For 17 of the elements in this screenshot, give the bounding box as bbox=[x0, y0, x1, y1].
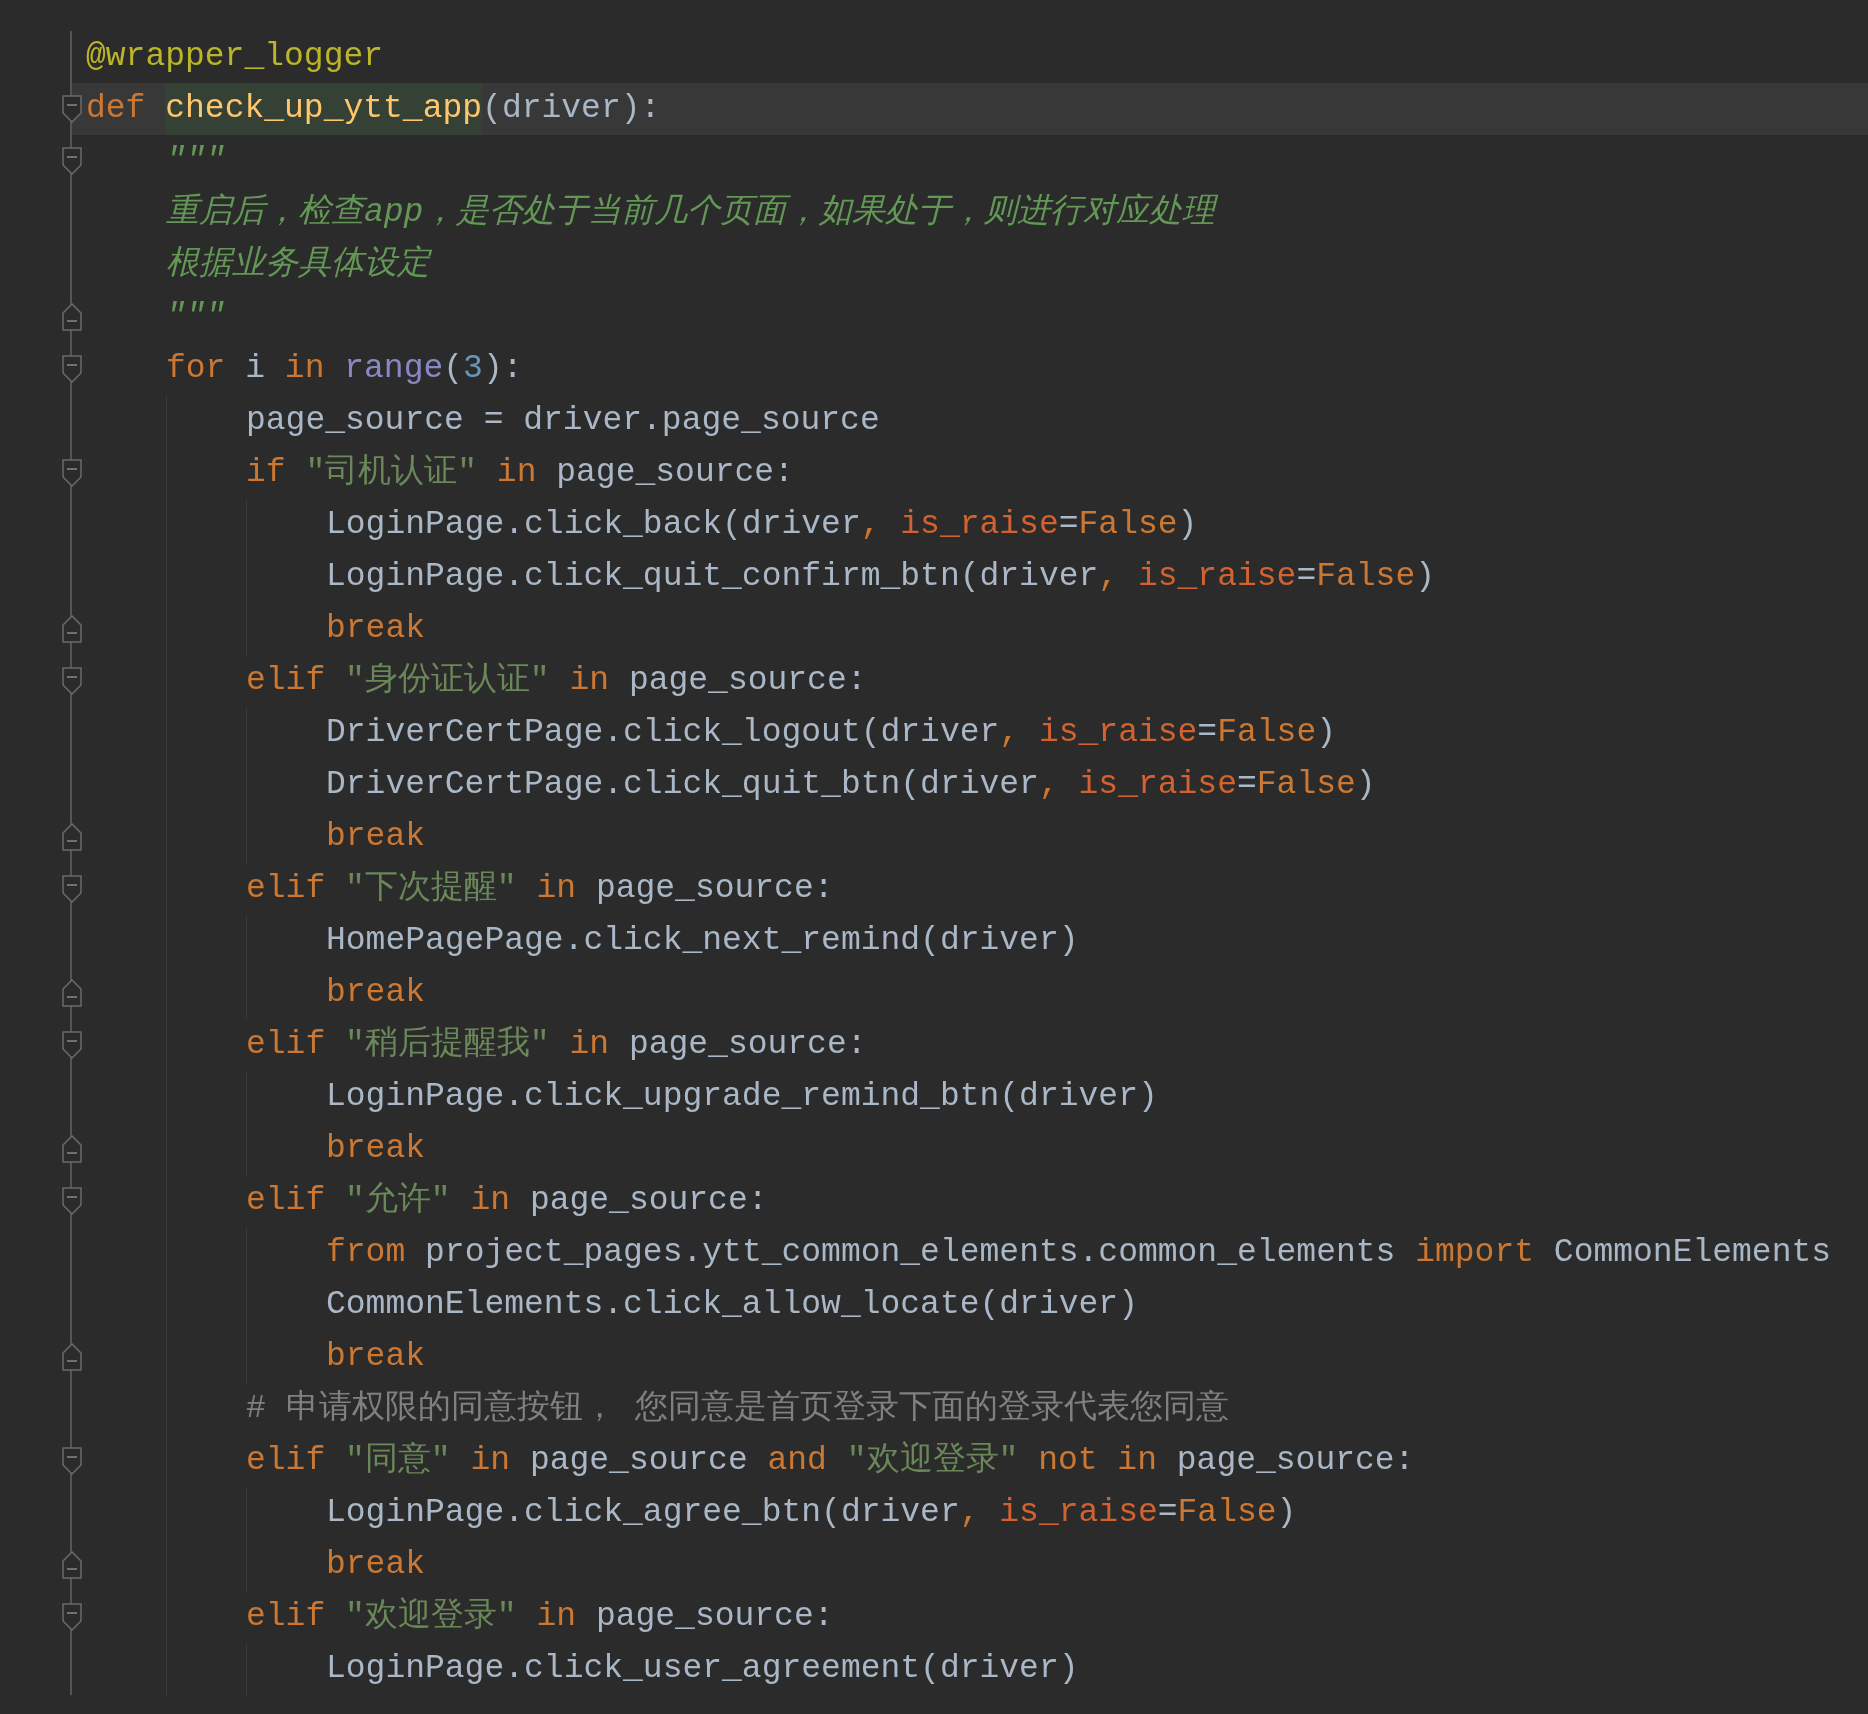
fold-marker-icon[interactable] bbox=[62, 147, 82, 175]
fold-marker-icon[interactable] bbox=[62, 1447, 82, 1475]
fold-marker-icon[interactable] bbox=[62, 1135, 82, 1163]
fold-marker-icon[interactable] bbox=[62, 875, 82, 903]
fold-marker-icon[interactable] bbox=[62, 303, 82, 331]
fold-marker-icon[interactable] bbox=[62, 1343, 82, 1371]
fold-marker-icon[interactable] bbox=[62, 1031, 82, 1059]
fold-marker-icon[interactable] bbox=[62, 979, 82, 1007]
fold-marker-icon[interactable] bbox=[62, 1551, 82, 1579]
fold-marker-icon[interactable] bbox=[62, 355, 82, 383]
fold-marker-icon[interactable] bbox=[62, 823, 82, 851]
fold-marker-icon[interactable] bbox=[62, 615, 82, 643]
fold-marker-icon[interactable] bbox=[62, 1603, 82, 1631]
fold-marker-icon[interactable] bbox=[62, 1187, 82, 1215]
fold-marker-icon[interactable] bbox=[62, 459, 82, 487]
fold-marker-icon[interactable] bbox=[62, 667, 82, 695]
fold-marker-icon[interactable] bbox=[62, 95, 82, 123]
